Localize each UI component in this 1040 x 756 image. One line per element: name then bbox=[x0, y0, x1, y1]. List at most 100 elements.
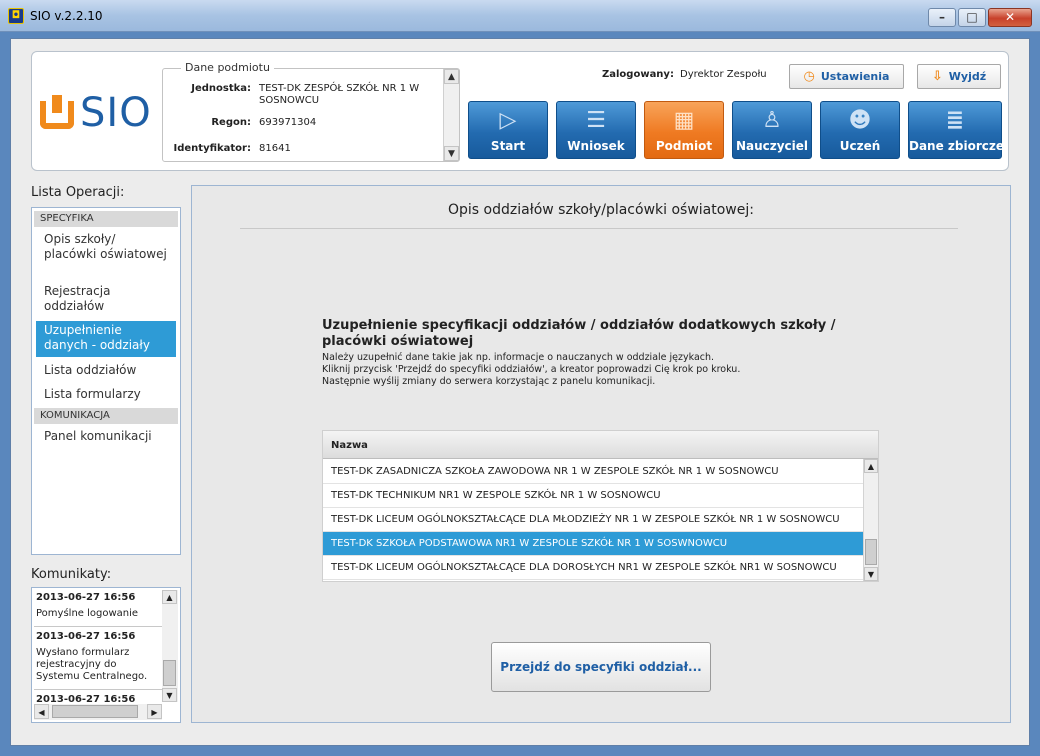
minimize-icon: – bbox=[939, 10, 945, 24]
main-panel: Opis oddziałów szkoły/placówki oświatowe… bbox=[191, 185, 1011, 723]
building-icon: ▦ bbox=[673, 108, 695, 133]
maximize-button[interactable]: □ bbox=[958, 8, 986, 27]
window-controls: – □ ✕ bbox=[928, 8, 1032, 27]
scroll-up-icon[interactable]: ▲ bbox=[162, 590, 177, 604]
spec-desc-line: Należy uzupełnić dane takie jak np. info… bbox=[322, 352, 715, 363]
play-icon: ▷ bbox=[499, 108, 517, 133]
scroll-down-icon[interactable]: ▼ bbox=[162, 688, 177, 702]
scroll-right-icon[interactable]: ▶ bbox=[147, 704, 162, 719]
scroll-down-icon[interactable]: ▼ bbox=[444, 146, 459, 161]
nav-wniosek-label: Wniosek bbox=[567, 139, 625, 153]
clock-icon: ◷ bbox=[803, 69, 815, 84]
entity-regon-value: 693971304 bbox=[259, 117, 317, 128]
op-panel-komunikacji[interactable]: Panel komunikacji bbox=[36, 429, 176, 444]
message-separator bbox=[34, 689, 162, 690]
scroll-down-icon[interactable]: ▼ bbox=[864, 567, 878, 581]
scroll-left-icon[interactable]: ◀ bbox=[34, 704, 49, 719]
student-icon: ☻ bbox=[848, 108, 872, 133]
op-uzupelnienie-danych[interactable]: Uzupełnienie danych - oddziały bbox=[36, 321, 176, 357]
settings-button[interactable]: ◷ Ustawienia bbox=[789, 64, 904, 89]
logged-in-user: Dyrektor Zespołu bbox=[680, 69, 767, 80]
messages-title: Komunikaty: bbox=[31, 567, 112, 582]
app-frame: SIO Dane podmiotu Jednostka: TEST-DK ZES… bbox=[10, 38, 1030, 746]
column-header-nazwa[interactable]: Nazwa bbox=[323, 431, 878, 459]
section-komunikacja: KOMUNIKACJA bbox=[34, 408, 178, 424]
nav-dane-zbiorcze-button[interactable]: ≣ Dane zbiorcze bbox=[908, 101, 1005, 159]
teacher-icon: ♙ bbox=[762, 108, 782, 133]
entity-unit-value: TEST-DK ZESPÓŁ SZKÓŁ NR 1 W SOSNOWCU bbox=[259, 83, 420, 106]
settings-label: Ustawienia bbox=[820, 70, 890, 83]
exit-button[interactable]: ⇩ Wyjdź bbox=[917, 64, 1001, 89]
table-row[interactable]: TEST-DK LICEUM OGÓLNOKSZTAŁCĄCE DLA MŁOD… bbox=[323, 508, 863, 532]
message-item: 2013-06-27 16:56 Pomyślne logowanie bbox=[36, 592, 162, 620]
spec-desc-line: Kliknij przycisk 'Przejdź do specyfiki o… bbox=[322, 364, 741, 375]
entity-data-title: Dane podmiotu bbox=[181, 61, 274, 74]
maximize-icon: □ bbox=[966, 10, 978, 24]
entity-regon-label: Regon: bbox=[211, 117, 251, 128]
op-rejestracja-oddzialow[interactable]: Rejestracja oddziałów bbox=[36, 284, 176, 314]
message-time: 2013-06-27 16:56 bbox=[36, 592, 136, 603]
nav-dane-zbiorcze-label: Dane zbiorcze bbox=[909, 139, 1005, 153]
entity-scrollbar[interactable]: ▲ ▼ bbox=[443, 69, 459, 161]
logo-text: SIO bbox=[80, 90, 152, 136]
nav-start-button[interactable]: ▷ Start bbox=[468, 101, 548, 159]
app-icon: ◘ bbox=[8, 8, 24, 24]
logo: SIO bbox=[40, 90, 152, 136]
op-opis-szkoly[interactable]: Opis szkoły/ placówki oświatowej bbox=[36, 232, 176, 262]
message-time: 2013-06-27 16:56 bbox=[36, 631, 136, 642]
title-bar: ◘ SIO v.2.2.10 – □ ✕ bbox=[0, 0, 1040, 32]
message-text: Pomyślne logowanie bbox=[36, 608, 139, 619]
messages-vscrollbar[interactable]: ▲ ▼ bbox=[162, 590, 178, 702]
message-text: Wysłano formularz rejestracyjny do Syste… bbox=[36, 647, 148, 682]
operations-title: Lista Operacji: bbox=[31, 185, 125, 200]
table-row-selected[interactable]: TEST-DK SZKOŁA PODSTAWOWA NR1 W ZESPOLE … bbox=[323, 532, 863, 556]
op-lista-oddzialow[interactable]: Lista oddziałów bbox=[36, 363, 176, 378]
messages-hscrollbar[interactable]: ◀ ▶ bbox=[34, 704, 162, 720]
scroll-up-icon[interactable]: ▲ bbox=[864, 459, 878, 473]
scroll-thumb[interactable] bbox=[163, 660, 176, 686]
nav-podmiot-button[interactable]: ▦ Podmiot bbox=[644, 101, 724, 159]
operations-list: SPECYFIKA Opis szkoły/ placówki oświatow… bbox=[31, 207, 181, 555]
minimize-button[interactable]: – bbox=[928, 8, 956, 27]
table-row[interactable]: TEST-DK TECHNIKUM NR1 W ZESPOLE SZKÓŁ NR… bbox=[323, 484, 863, 508]
title-divider bbox=[240, 228, 958, 229]
exit-icon: ⇩ bbox=[931, 69, 943, 84]
entity-data-box: Dane podmiotu Jednostka: TEST-DK ZESPÓŁ … bbox=[162, 61, 460, 162]
section-specyfika: SPECYFIKA bbox=[34, 211, 178, 227]
exit-label: Wyjdź bbox=[948, 70, 987, 83]
scroll-thumb[interactable] bbox=[52, 705, 138, 718]
stack-icon: ≣ bbox=[945, 108, 965, 133]
spec-heading: Uzupełnienie specyfikacji oddziałów / od… bbox=[322, 318, 836, 349]
message-item: 2013-06-27 16:56 Wysłano formularz rejes… bbox=[36, 631, 162, 683]
close-button[interactable]: ✕ bbox=[988, 8, 1032, 27]
database-icon: ☰ bbox=[586, 108, 606, 133]
messages-list: 2013-06-27 16:56 Pomyślne logowanie 2013… bbox=[31, 587, 181, 723]
table-scrollbar[interactable]: ▲ ▼ bbox=[863, 459, 878, 581]
spec-desc-line: Następnie wyślij zmiany do serwera korzy… bbox=[322, 376, 656, 387]
nav-wniosek-button[interactable]: ☰ Wniosek bbox=[556, 101, 636, 159]
nav-uczen-button[interactable]: ☻ Uczeń bbox=[820, 101, 900, 159]
nav-nauczyciel-button[interactable]: ♙ Nauczyciel bbox=[732, 101, 812, 159]
scroll-thumb[interactable] bbox=[865, 539, 877, 565]
nav-start-label: Start bbox=[490, 139, 526, 153]
logo-mark-icon bbox=[40, 95, 74, 131]
logged-in-label: Zalogowany: bbox=[602, 69, 674, 80]
message-separator bbox=[34, 626, 162, 627]
op-lista-formularzy[interactable]: Lista formularzy bbox=[36, 387, 176, 402]
scroll-up-icon[interactable]: ▲ bbox=[444, 69, 459, 84]
header-panel: SIO Dane podmiotu Jednostka: TEST-DK ZES… bbox=[31, 51, 1009, 171]
entity-id-value: 81641 bbox=[259, 143, 291, 154]
page-title: Opis oddziałów szkoły/placówki oświatowe… bbox=[448, 202, 754, 218]
table-row[interactable]: TEST-DK LICEUM OGÓLNOKSZTAŁCĄCE DLA DORO… bbox=[323, 556, 863, 580]
go-to-spec-button[interactable]: Przejdź do specyfiki oddział... bbox=[491, 642, 711, 692]
entity-id-label: Identyfikator: bbox=[173, 143, 251, 154]
nav-nauczyciel-label: Nauczyciel bbox=[735, 139, 809, 153]
entity-unit-label: Jednostka: bbox=[191, 83, 251, 94]
window-title: SIO v.2.2.10 bbox=[30, 9, 103, 23]
table-row[interactable]: TEST-DK ZASADNICZA SZKOŁA ZAWODOWA NR 1 … bbox=[323, 460, 863, 484]
spec-description: Należy uzupełnić dane takie jak np. info… bbox=[322, 352, 882, 388]
nav-uczen-label: Uczeń bbox=[839, 139, 881, 153]
units-table: Nazwa TEST-DK ZASADNICZA SZKOŁA ZAWODOWA… bbox=[322, 430, 879, 582]
nav-podmiot-label: Podmiot bbox=[655, 139, 713, 153]
close-icon: ✕ bbox=[1004, 10, 1016, 24]
